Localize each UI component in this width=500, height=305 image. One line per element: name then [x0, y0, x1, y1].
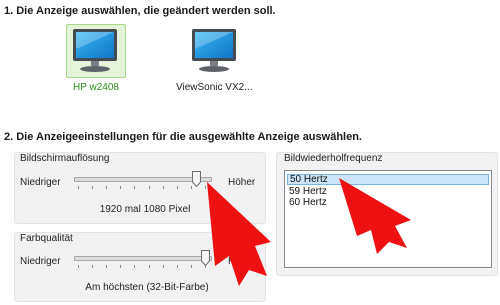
slider-tick: [134, 265, 136, 268]
slider-tick: [176, 265, 178, 268]
step-2-heading: 2. Die Anzeigeeinstellungen für die ausg…: [4, 131, 362, 143]
slider-tick: [120, 186, 122, 189]
red-arrow-annotation: [207, 182, 271, 286]
slider-tick: [176, 186, 178, 189]
resolution-group-title: Bildschirmauflösung: [20, 153, 110, 164]
slider-tick: [162, 186, 164, 189]
color-quality-slider-track[interactable]: [74, 256, 212, 261]
slider-tick: [120, 265, 122, 268]
slider-tick: [148, 186, 150, 189]
monitor-icon: [192, 29, 236, 72]
slider-tick: [148, 265, 150, 268]
slider-tick: [134, 186, 136, 189]
slider-tick: [78, 186, 79, 189]
monitor-icon: [73, 29, 117, 72]
slider-tick: [92, 265, 94, 268]
slider-tick: [106, 186, 108, 189]
slider-thumb-icon: [192, 171, 202, 188]
resolution-slider-thumb[interactable]: [192, 171, 202, 188]
resolution-value: 1920 mal 1080 Pixel: [99, 204, 191, 215]
monitor-tile-hp[interactable]: [66, 24, 126, 78]
color-quality-low-label: Niedriger: [20, 256, 61, 267]
red-arrow-annotation: [339, 178, 411, 254]
resolution-low-label: Niedriger: [20, 177, 61, 188]
slider-tick: [162, 265, 164, 268]
monitor-label-hp: HP w2408: [73, 82, 119, 93]
slider-tick: [106, 265, 108, 268]
slider-tick: [78, 265, 79, 268]
monitor-label-viewsonic: ViewSonic VX2...: [176, 82, 253, 93]
slider-tick: [92, 186, 94, 189]
step-1-heading: 1. Die Anzeige auswählen, die geändert w…: [4, 5, 276, 17]
monitor-tile-viewsonic[interactable]: [185, 24, 245, 78]
refresh-rate-group-title: Bildwiederholfrequenz: [284, 153, 383, 164]
slider-tick: [190, 265, 192, 268]
color-quality-group-title: Farbqualität: [20, 233, 73, 244]
